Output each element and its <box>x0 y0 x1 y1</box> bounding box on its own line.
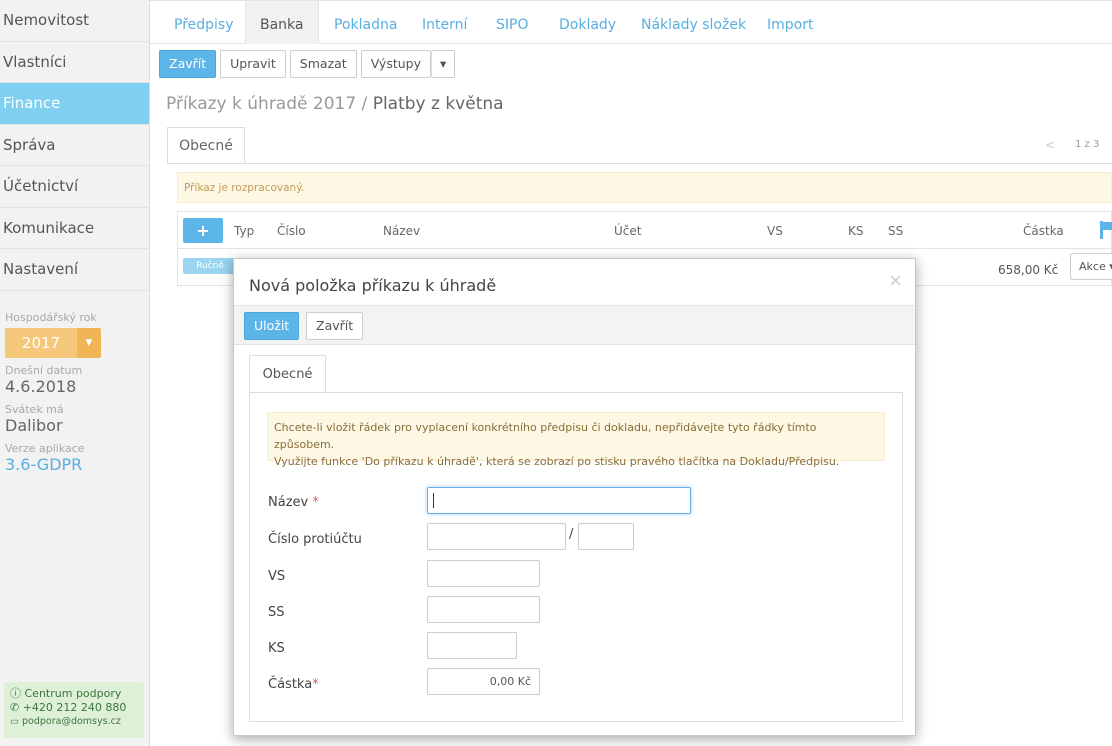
amount-input[interactable]: 0,00 Kč <box>427 668 540 695</box>
vs-input[interactable] <box>427 560 540 587</box>
sidebar-info: Hospodářský rok 2017 ▼ Dnešní datum 4.6.… <box>0 291 149 475</box>
tab-import[interactable]: Import <box>767 1 813 44</box>
tab-naklady-slozek[interactable]: Náklady složek <box>641 1 746 44</box>
col-cislo[interactable]: Číslo <box>277 224 306 238</box>
fiscal-year-label: Hospodářský rok <box>5 310 97 324</box>
col-nazev[interactable]: Název <box>383 224 420 238</box>
edit-button[interactable]: Upravit <box>220 50 286 78</box>
caret-down-icon: ▾ <box>439 56 447 71</box>
sidebar-item-finance[interactable]: Finance <box>0 83 149 125</box>
modal-tab-obecne[interactable]: Obecné <box>249 355 326 393</box>
page-title: Příkazy k úhradě 2017 / Platby z května <box>166 94 504 114</box>
support-box[interactable]: ⓘ Centrum podpory ✆ +420 212 240 880 ▭ p… <box>4 682 144 738</box>
modal-form-panel: Chcete-li vložit řádek pro vyplacení kon… <box>249 392 903 722</box>
sidebar-item-vlastnici[interactable]: Vlastníci <box>0 41 149 83</box>
fiscal-year-value: 2017 <box>5 327 77 358</box>
nameday-value: Dalibor <box>5 415 63 435</box>
info-line-1: Chcete-li vložit řádek pro vyplacení kon… <box>274 421 817 451</box>
chat-icon: ▭ <box>10 716 19 727</box>
flag-icon[interactable] <box>1100 221 1112 239</box>
vs-label: VS <box>268 569 286 584</box>
table-header: + Typ Číslo Název Účet VS KS SS Částka <box>178 212 1112 249</box>
col-vs[interactable]: VS <box>767 224 783 238</box>
tab-predpisy[interactable]: Předpisy <box>174 1 234 44</box>
tab-banka[interactable]: Banka <box>245 1 319 44</box>
pager-text: 1 z 3 <box>1075 139 1100 150</box>
outputs-dropdown-toggle[interactable]: ▾ <box>430 50 456 78</box>
chevron-left-icon[interactable]: < <box>1045 138 1055 152</box>
ss-label: SS <box>268 605 285 620</box>
add-item-button[interactable]: + <box>183 218 223 243</box>
breadcrumb-parent[interactable]: Příkazy k úhradě 2017 <box>166 94 356 114</box>
fiscal-year-select[interactable]: 2017 ▼ <box>5 327 101 358</box>
outputs-button[interactable]: Výstupy <box>360 50 431 78</box>
amount-label: Částka* <box>268 677 319 692</box>
tab-divider <box>167 163 1112 164</box>
support-email[interactable]: podpora@domsys.cz <box>22 716 121 727</box>
sidebar-item-sprava[interactable]: Správa <box>0 124 149 166</box>
text-cursor <box>433 493 434 508</box>
row-actions-label: Akce <box>1079 260 1106 273</box>
bank-code-input[interactable] <box>578 523 634 550</box>
delete-button[interactable]: Smazat <box>289 50 357 78</box>
ks-input[interactable] <box>427 632 517 659</box>
sidebar-item-nemovitost[interactable]: Nemovitost <box>0 0 149 42</box>
info-alert: Chcete-li vložit řádek pro vyplacení kon… <box>267 412 885 468</box>
sidebar: Nemovitost Vlastníci Finance Správa Účet… <box>0 0 150 746</box>
info-icon: ⓘ <box>10 687 21 700</box>
status-alert: Příkaz je rozpracovaný. <box>177 172 1112 203</box>
close-icon[interactable]: × <box>888 270 903 291</box>
support-title: Centrum podpory <box>24 687 122 700</box>
top-nav: Předpisy Banka Pokladna Interní SIPO Dok… <box>150 0 1112 44</box>
sidebar-item-komunikace[interactable]: Komunikace <box>0 207 149 249</box>
nameday-label: Svátek má <box>5 402 64 416</box>
name-input[interactable] <box>427 487 691 514</box>
tab-pokladna[interactable]: Pokladna <box>334 1 397 44</box>
row-amount: 658,00 Kč <box>998 263 1059 277</box>
breadcrumb-separator: / <box>356 94 373 114</box>
version-label: Verze aplikace <box>5 441 85 455</box>
modal-toolbar: Uložit Zavřít <box>234 305 915 345</box>
modal-close-button[interactable]: Zavřít <box>306 312 364 340</box>
col-ucet[interactable]: Účet <box>614 224 641 238</box>
today-label: Dnešní datum <box>5 363 83 377</box>
sidebar-item-ucetnictvi[interactable]: Účetnictví <box>0 166 149 208</box>
tab-doklady[interactable]: Doklady <box>559 1 616 44</box>
row-type-badge: Ručně <box>183 258 237 274</box>
account-number-input[interactable] <box>427 523 566 550</box>
chevron-down-icon: ▼ <box>77 327 101 358</box>
tab-sipo[interactable]: SIPO <box>496 1 528 44</box>
main-toolbar: Zavřít Upravit Smazat Výstupy ▾ <box>159 50 456 78</box>
save-button[interactable]: Uložit <box>244 312 300 340</box>
col-castka[interactable]: Částka <box>1023 224 1064 238</box>
account-separator: / <box>569 527 574 542</box>
account-label: Číslo protiúčtu <box>268 532 362 547</box>
today-value: 4.6.2018 <box>5 376 77 396</box>
support-phone[interactable]: +420 212 240 880 <box>23 701 127 714</box>
ss-input[interactable] <box>427 596 540 623</box>
close-button[interactable]: Zavřít <box>159 50 217 78</box>
new-item-modal: Nová položka příkazu k úhradě × Uložit Z… <box>233 258 916 736</box>
col-ss[interactable]: SS <box>888 224 903 238</box>
col-typ[interactable]: Typ <box>234 224 254 238</box>
ks-label: KS <box>268 641 285 656</box>
name-label: Název * <box>268 495 319 510</box>
version-value[interactable]: 3.6-GDPR <box>5 455 149 475</box>
breadcrumb-current: Platby z května <box>372 94 504 114</box>
row-actions-button[interactable]: Akce ▾ <box>1070 253 1112 280</box>
col-ks[interactable]: KS <box>848 224 864 238</box>
info-line-2: Využijte funkce 'Do příkazu k úhradě', k… <box>274 455 840 468</box>
phone-icon: ✆ <box>10 701 20 714</box>
tab-obecne[interactable]: Obecné <box>167 127 245 164</box>
sidebar-item-nastaveni[interactable]: Nastavení <box>0 249 149 291</box>
tab-interni[interactable]: Interní <box>422 1 467 44</box>
modal-title: Nová položka příkazu k úhradě <box>249 276 497 295</box>
